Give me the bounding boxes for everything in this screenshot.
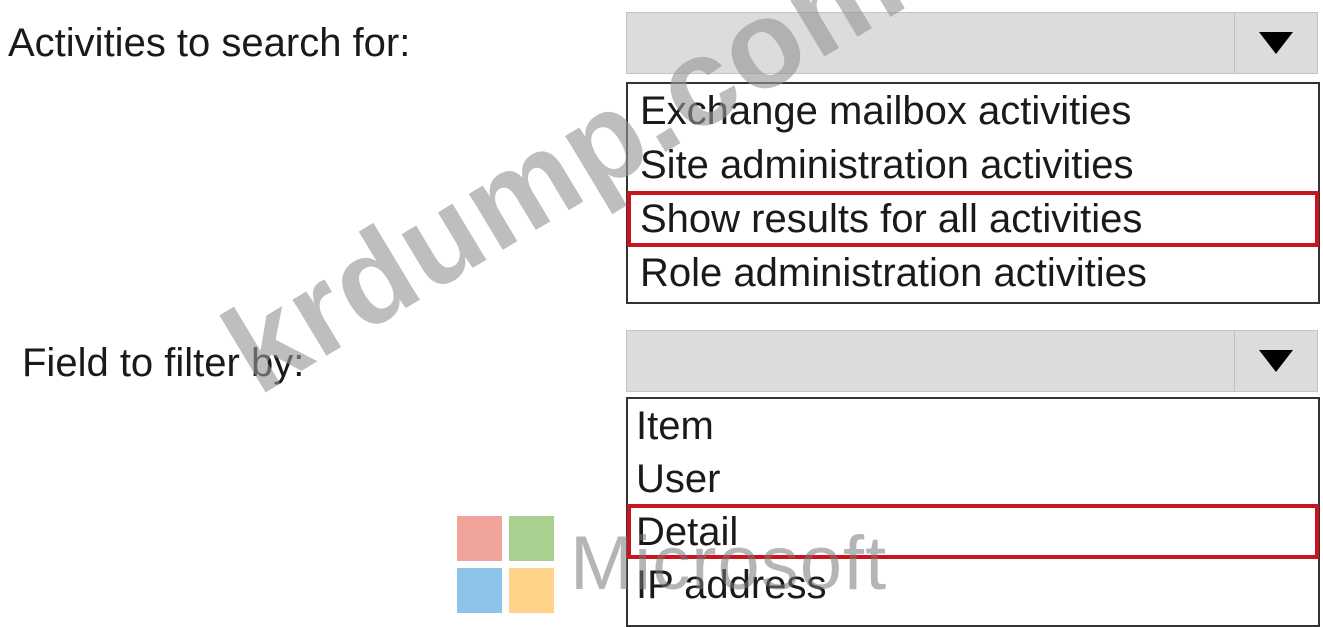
field-option[interactable]: Item [628, 399, 1318, 452]
logo-square-red [457, 516, 502, 561]
activities-select-arrow[interactable] [1234, 13, 1317, 73]
activities-option-selected[interactable]: Show results for all activities [627, 191, 1319, 247]
logo-square-blue [457, 568, 502, 613]
activities-option[interactable]: Site administration activities [628, 138, 1318, 192]
field-option[interactable]: User [628, 452, 1318, 505]
activities-select[interactable] [626, 12, 1318, 74]
activities-option-list: Exchange mailbox activities Site adminis… [626, 82, 1320, 304]
activities-option[interactable]: Exchange mailbox activities [628, 84, 1318, 138]
field-select-arrow[interactable] [1234, 331, 1317, 391]
triangle-down-icon [1259, 32, 1293, 54]
triangle-down-icon [1259, 350, 1293, 372]
activities-option[interactable]: Role administration activities [628, 246, 1318, 300]
field-label: Field to filter by: [22, 341, 305, 385]
logo-square-green [509, 516, 554, 561]
logo-square-yellow [509, 568, 554, 613]
activities-label: Activities to search for: [8, 21, 411, 65]
microsoft-logo-text: Microsoft [570, 521, 888, 606]
field-select[interactable] [626, 330, 1318, 392]
